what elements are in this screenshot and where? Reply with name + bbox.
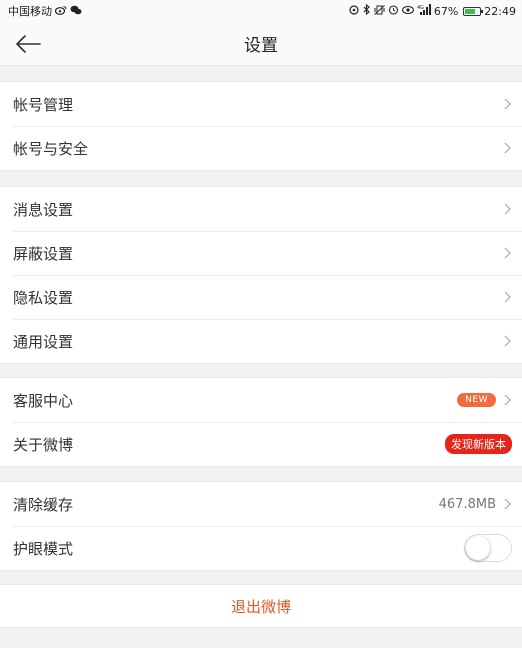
wechat-notification-icon <box>70 5 82 18</box>
settings-item-block-settings[interactable]: 屏蔽设置 <box>0 231 522 275</box>
clock: 22:49 <box>484 4 516 18</box>
arrow-left-icon <box>16 35 41 53</box>
new-version-badge: 发现新版本 <box>445 434 512 454</box>
chevron-right-icon <box>504 291 512 303</box>
eye-icon <box>401 5 414 18</box>
signal-icon: 4G <box>417 4 431 18</box>
settings-item-label: 护眼模式 <box>13 539 74 558</box>
settings-item-account-security[interactable]: 帐号与安全 <box>0 126 522 170</box>
chevron-right-icon <box>504 498 512 510</box>
settings-item-label: 消息设置 <box>13 200 74 219</box>
back-button[interactable] <box>12 30 44 58</box>
settings-group-support: 客服中心 NEW 关于微博 发现新版本 <box>0 377 522 467</box>
settings-item-about-weibo[interactable]: 关于微博 发现新版本 <box>0 422 522 466</box>
eye-protection-toggle[interactable] <box>464 534 512 562</box>
chevron-right-icon <box>504 247 512 259</box>
alarm-icon <box>388 4 399 18</box>
settings-item-customer-service[interactable]: 客服中心 NEW <box>0 378 522 422</box>
nfc-icon <box>348 4 360 18</box>
chevron-right-icon <box>504 142 512 154</box>
settings-item-account-management[interactable]: 帐号管理 <box>0 82 522 126</box>
vibrate-icon <box>374 4 385 18</box>
settings-item-clear-cache[interactable]: 清除缓存 467.8MB <box>0 482 522 526</box>
weibo-notification-icon <box>54 5 67 18</box>
settings-item-label: 帐号与安全 <box>13 139 89 158</box>
settings-group-account: 帐号管理 帐号与安全 <box>0 81 522 171</box>
status-bar-right: 4G 67% 22:49 <box>348 3 516 18</box>
carrier-label: 中国移动 <box>8 5 52 18</box>
settings-item-label: 隐私设置 <box>13 288 74 307</box>
bluetooth-icon <box>363 3 371 18</box>
settings-item-label: 关于微博 <box>13 435 74 454</box>
settings-group-preferences: 消息设置 屏蔽设置 隐私设置 通用设置 <box>0 186 522 364</box>
chevron-right-icon <box>504 335 512 347</box>
logout-button[interactable]: 退出微博 <box>0 584 522 628</box>
settings-item-label: 通用设置 <box>13 332 74 351</box>
settings-item-general-settings[interactable]: 通用设置 <box>0 319 522 363</box>
new-badge: NEW <box>457 393 496 407</box>
settings-item-label: 帐号管理 <box>13 95 74 114</box>
chevron-right-icon <box>504 98 512 110</box>
settings-item-label: 客服中心 <box>13 391 74 410</box>
cache-size-value: 467.8MB <box>438 496 496 512</box>
status-bar-left: 中国移动 <box>8 3 82 19</box>
settings-group-misc: 清除缓存 467.8MB 护眼模式 <box>0 481 522 571</box>
battery-icon <box>463 6 484 16</box>
chevron-right-icon <box>504 394 512 406</box>
network-type-label: 4G <box>417 5 424 11</box>
logout-label: 退出微博 <box>230 597 291 616</box>
settings-item-message-settings[interactable]: 消息设置 <box>0 187 522 231</box>
navigation-bar: 设置 <box>0 22 522 66</box>
toggle-knob <box>466 536 490 560</box>
settings-item-label: 屏蔽设置 <box>13 244 74 263</box>
settings-item-privacy-settings[interactable]: 隐私设置 <box>0 275 522 319</box>
chevron-right-icon <box>504 203 512 215</box>
settings-item-label: 清除缓存 <box>13 495 74 514</box>
battery-percent: 67% <box>433 4 459 18</box>
page-title: 设置 <box>244 36 278 56</box>
settings-item-eye-protection: 护眼模式 <box>0 526 522 570</box>
status-bar: 中国移动 4G 67% 22:49 <box>0 0 522 22</box>
